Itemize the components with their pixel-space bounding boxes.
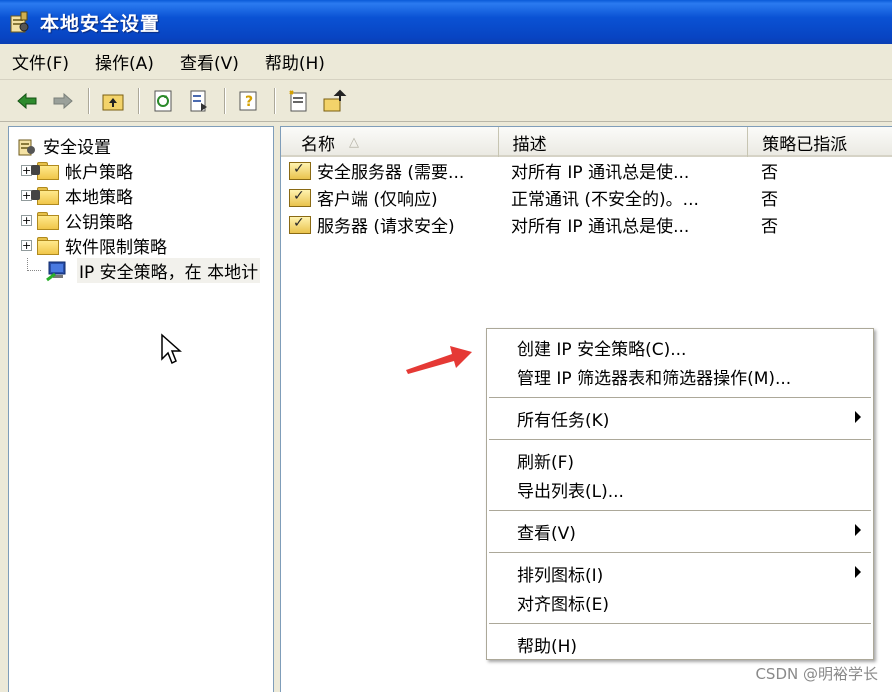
toolbar-separator (88, 87, 90, 114)
column-header-assigned[interactable]: 策略已指派 (748, 127, 892, 157)
column-header-description[interactable]: 描述 (499, 127, 749, 157)
folder-lock-icon (31, 187, 59, 205)
folder-icon (37, 237, 59, 255)
menu-item-align-icons[interactable]: 对齐图标(E) (487, 588, 873, 617)
table-row[interactable]: 安全服务器 (需要... 对所有 IP 通讯总是使... 否 (281, 157, 892, 184)
svg-text:?: ? (245, 94, 253, 110)
menu-item-manage-filters[interactable]: 管理 IP 筛选器表和筛选器操作(M)... (487, 362, 873, 391)
tree-item-local-policy[interactable]: + 本地策略 (9, 183, 273, 208)
tree-item-label: 本地策略 (65, 188, 133, 208)
menu-item-all-tasks[interactable]: 所有任务(K) (487, 404, 873, 433)
menu-action[interactable]: 操作(A) (95, 49, 154, 74)
expand-icon[interactable]: + (21, 215, 32, 226)
mouse-cursor-icon (161, 333, 182, 365)
tree-connector (27, 258, 41, 271)
table-row[interactable]: 客户端 (仅响应) 正常通讯 (不安全的)。... 否 (281, 184, 892, 211)
tree-item-software-restriction[interactable]: + 软件限制策略 (9, 233, 273, 258)
export-list-icon[interactable] (184, 86, 214, 116)
toolbar-separator (274, 87, 276, 114)
tree-pane: 安全设置 + 帐户策略 + 本地策略 + 公钥策略 + 软件限制策略 IP 安全… (8, 126, 274, 692)
tree-item-label: IP 安全策略，在 本地计 (77, 258, 261, 283)
expand-icon[interactable]: + (21, 240, 32, 251)
toolbar-separator (224, 87, 226, 114)
security-settings-icon (8, 10, 32, 34)
menu-item-refresh[interactable]: 刷新(F) (487, 446, 873, 475)
menu-separator (489, 439, 871, 440)
folder-icon (37, 212, 59, 230)
tree-item-account-policy[interactable]: + 帐户策略 (9, 158, 273, 183)
toolbar: ? (0, 80, 892, 122)
tree-root[interactable]: 安全设置 (9, 133, 273, 158)
table-row[interactable]: 服务器 (请求安全) 对所有 IP 通讯总是使... 否 (281, 211, 892, 238)
menu-view[interactable]: 查看(V) (180, 49, 239, 74)
menu-separator (489, 510, 871, 511)
menu-help[interactable]: 帮助(H) (265, 49, 325, 74)
folder-lock-icon (31, 162, 59, 180)
up-folder-icon[interactable] (98, 86, 128, 116)
network-computer-icon (45, 260, 71, 282)
menu-separator (489, 623, 871, 624)
tree-root-label: 安全设置 (43, 138, 111, 158)
menu-separator (489, 552, 871, 553)
back-arrow-icon[interactable] (12, 86, 42, 116)
policy-icon (289, 188, 311, 207)
manage-filters-icon[interactable] (320, 86, 350, 116)
tree-item-public-key-policy[interactable]: + 公钥策略 (9, 208, 273, 233)
title-bar[interactable]: 本地安全设置 (0, 0, 892, 44)
tree-item-label: 软件限制策略 (65, 238, 167, 258)
submenu-arrow-icon (855, 411, 861, 423)
tree-item-ip-security[interactable]: IP 安全策略，在 本地计 (9, 258, 273, 283)
sort-ascending-icon: △ (349, 134, 359, 150)
menu-item-create-ip-policy[interactable]: 创建 IP 安全策略(C)... (487, 333, 873, 362)
menu-item-arrange-icons[interactable]: 排列图标(I) (487, 559, 873, 588)
menu-file[interactable]: 文件(F) (12, 49, 69, 74)
menu-separator (489, 397, 871, 398)
column-header-name[interactable]: 名称 △ (281, 127, 499, 157)
context-menu: 创建 IP 安全策略(C)... 管理 IP 筛选器表和筛选器操作(M)... … (486, 328, 874, 660)
forward-arrow-icon[interactable] (48, 86, 78, 116)
annotation-arrow-icon (406, 346, 472, 374)
menu-item-view[interactable]: 查看(V) (487, 517, 873, 546)
toolbar-separator (138, 87, 140, 114)
window-title: 本地安全设置 (40, 12, 161, 35)
menu-bar: 文件(F) 操作(A) 查看(V) 帮助(H) (0, 44, 892, 80)
submenu-arrow-icon (855, 524, 861, 536)
menu-item-export-list[interactable]: 导出列表(L)... (487, 475, 873, 504)
menu-item-help[interactable]: 帮助(H) (487, 630, 873, 659)
submenu-arrow-icon (855, 566, 861, 578)
security-settings-icon (17, 136, 37, 156)
help-icon[interactable]: ? (234, 86, 264, 116)
list-header: 名称 △ 描述 策略已指派 (281, 127, 892, 157)
watermark: CSDN @明裕学长 (755, 665, 878, 683)
tree-item-label: 帐户策略 (65, 163, 133, 183)
create-policy-icon[interactable] (284, 86, 314, 116)
policy-icon (289, 161, 311, 180)
refresh-icon[interactable] (148, 86, 178, 116)
policy-icon (289, 215, 311, 234)
tree-item-label: 公钥策略 (65, 213, 133, 233)
